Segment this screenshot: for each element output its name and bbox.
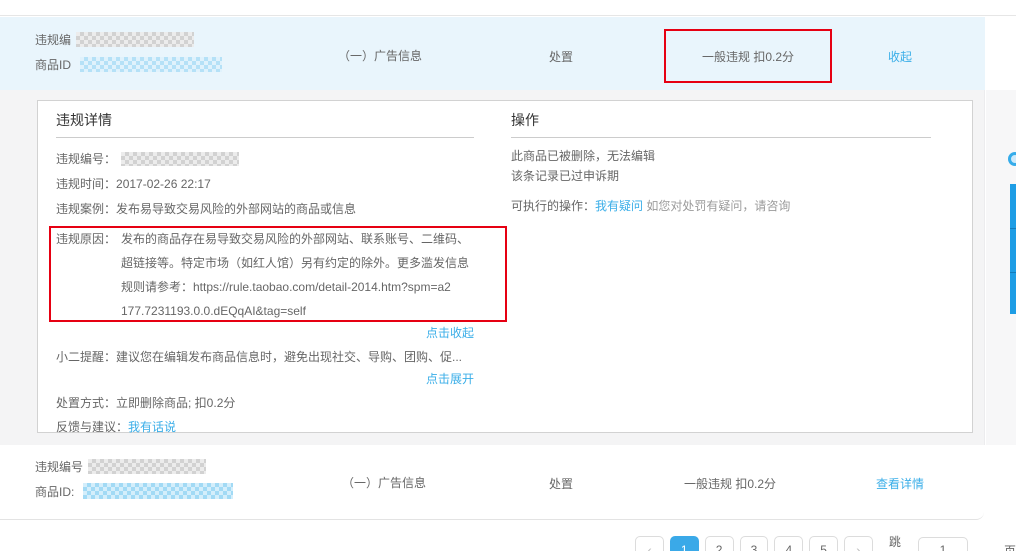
- reason-collapse-link[interactable]: 点击收起: [426, 326, 474, 340]
- page-button-2[interactable]: 2: [705, 536, 734, 551]
- violation-time-value: 2017-02-26 22:17: [116, 177, 211, 191]
- reminder-expand-row: 点击展开: [56, 370, 474, 388]
- violation-category: （一）广告信息: [338, 47, 422, 64]
- violation-case-row: 违规案例：发布易导致交易风险的外部网站的商品或信息: [56, 200, 356, 218]
- violation-time-label: 违规时间：: [56, 177, 116, 191]
- disposal-column-label: 处置: [549, 48, 573, 65]
- toolbar-divider: [1010, 228, 1016, 229]
- next-page-button[interactable]: ›: [844, 536, 873, 551]
- detail-left-divider: [56, 137, 474, 138]
- toolbar-divider: [1010, 272, 1016, 273]
- violation-case-label: 违规案例：: [56, 202, 116, 216]
- actions-hint-text: 如您对处罚有疑问，请咨询: [646, 199, 790, 213]
- available-actions-label: 可执行的操作：: [511, 199, 595, 213]
- view-detail-link[interactable]: 查看详情: [876, 475, 924, 492]
- expanded-record-header-row: 违规编 商品ID （一）广告信息 处置 一般违规 扣0.2分 收起: [0, 17, 985, 90]
- jump-to-label: 跳至: [889, 533, 912, 551]
- record2-penalty-text: 一般违规 扣0.2分: [684, 475, 776, 492]
- reason-line-1: 发布的商品存在易导致交易风险的外部网站、联系账号、二维码、: [121, 227, 469, 251]
- violation-number-line: 违规编: [35, 28, 222, 53]
- penalty-text: 一般违规 扣0.2分: [702, 48, 794, 65]
- violation-reason-label: 违规原因：: [56, 230, 116, 248]
- collapse-record-link[interactable]: 收起: [888, 48, 912, 65]
- record-id-block: 违规编 商品ID: [35, 28, 222, 78]
- violation-time-row: 违规时间：2017-02-26 22:17: [56, 175, 211, 193]
- violation-number-censored: [76, 32, 194, 47]
- reason-line-4: 177.7231193.0.0.dEQqAI&tag=self: [121, 299, 469, 323]
- floating-toolbar[interactable]: [1010, 184, 1016, 314]
- feedback-link[interactable]: 我有话说: [128, 420, 176, 434]
- pagination: ‹ 1 2 3 4 5 › 跳至 页: [635, 533, 1016, 551]
- feedback-row: 反馈与建议：我有话说: [56, 418, 176, 436]
- record2-product-id-censored-link[interactable]: [83, 483, 233, 499]
- staff-reminder-row: 小二提醒：建议您在编辑发布商品信息时，避免出现社交、导购、团购、促...: [56, 348, 462, 366]
- top-strip: [0, 0, 1016, 16]
- product-id-label: 商品ID: [35, 58, 71, 72]
- penalty-annotation-red-box: 一般违规 扣0.2分: [664, 29, 832, 83]
- product-id-censored: [80, 57, 222, 72]
- record2-disposal-column-label: 处置: [549, 475, 573, 492]
- page-button-4[interactable]: 4: [774, 536, 803, 551]
- disposal-method-value: 立即删除商品; 扣0.2分: [116, 396, 235, 410]
- reminder-expand-link[interactable]: 点击展开: [426, 372, 474, 386]
- i-have-question-link[interactable]: 我有疑问: [595, 199, 643, 213]
- violation-reason-text: 发布的商品存在易导致交易风险的外部网站、联系账号、二维码、 超链接等。特定市场（…: [121, 227, 469, 323]
- product-id-line: 商品ID: [35, 53, 222, 78]
- record2-violation-number-label: 违规编号: [35, 460, 83, 474]
- reason-line-3: 规则请参考：https://rule.taobao.com/detail-201…: [121, 275, 469, 299]
- record2-product-id-label: 商品ID:: [35, 485, 74, 499]
- page-unit-label: 页: [1004, 542, 1016, 551]
- detail-left-title: 违规详情: [56, 110, 112, 130]
- violation-detail-panel: 违规详情 违规编号： 违规时间：2017-02-26 22:17 违规案例：发布…: [37, 100, 973, 433]
- staff-reminder-value: 建议您在编辑发布商品信息时，避免出现社交、导购、团购、促...: [116, 350, 462, 364]
- record2-violation-category: （一）广告信息: [342, 474, 426, 491]
- staff-reminder-label: 小二提醒：: [56, 350, 116, 364]
- appeal-expired-status: 该条记录已过申诉期: [511, 167, 619, 185]
- floating-helper-icon[interactable]: [1008, 152, 1016, 166]
- page-button-3[interactable]: 3: [740, 536, 769, 551]
- violation-number-label: 违规编: [35, 33, 71, 47]
- reason-collapse-row: 点击收起: [56, 324, 474, 342]
- available-actions-row: 可执行的操作：我有疑问 如您对处罚有疑问，请咨询: [511, 197, 790, 215]
- violation-number-row-censored: [121, 152, 239, 166]
- feedback-label: 反馈与建议：: [56, 420, 128, 434]
- record2-product-id-line: 商品ID:: [35, 480, 233, 505]
- prev-page-button[interactable]: ‹: [635, 536, 664, 551]
- record2-violation-number-censored: [88, 459, 206, 474]
- item-deleted-status: 此商品已被删除，无法编辑: [511, 147, 655, 165]
- collapsed-record-row: 违规编号 商品ID: （一）广告信息 处置 一般违规 扣0.2分 查看详情: [0, 445, 984, 520]
- jump-page-input[interactable]: [918, 537, 968, 551]
- record2-violation-number-line: 违规编号: [35, 455, 233, 480]
- violation-number-row-label: 违规编号：: [56, 152, 116, 166]
- record2-id-block: 违规编号 商品ID:: [35, 455, 233, 505]
- violation-records-page: 违规编 商品ID （一）广告信息 处置 一般违规 扣0.2分 收起 违规详情 违…: [0, 0, 1016, 551]
- reason-line-2: 超链接等。特定市场（如红人馆）另有约定的除外。更多滥发信息: [121, 251, 469, 275]
- disposal-method-label: 处置方式：: [56, 396, 116, 410]
- disposal-method-row: 处置方式：立即删除商品; 扣0.2分: [56, 394, 235, 412]
- detail-right-title: 操作: [511, 110, 539, 130]
- violation-number-row: 违规编号：: [56, 150, 239, 168]
- detail-right-divider: [511, 137, 931, 138]
- page-button-1[interactable]: 1: [670, 536, 699, 551]
- violation-case-value: 发布易导致交易风险的外部网站的商品或信息: [116, 202, 356, 216]
- page-button-5[interactable]: 5: [809, 536, 838, 551]
